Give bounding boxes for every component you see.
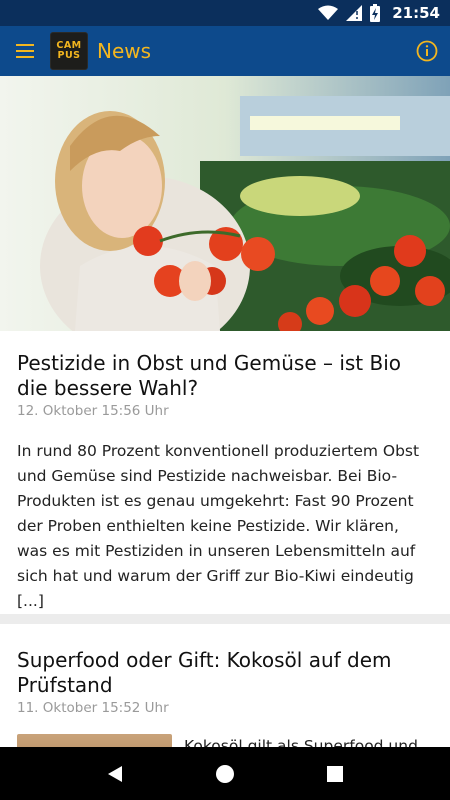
back-icon bbox=[108, 765, 122, 782]
status-time: 21:54 bbox=[392, 4, 440, 22]
app-bar: CAM PUS News bbox=[0, 26, 450, 76]
article-preview: Kokosöl gilt als Superfood und bbox=[17, 734, 433, 747]
article-card[interactable]: Superfood oder Gift: Kokosöl auf dem Prü… bbox=[0, 624, 450, 747]
logo-line-2: PUS bbox=[57, 50, 81, 61]
article-date: 11. Oktober 15:52 Uhr bbox=[17, 700, 169, 716]
article-headline[interactable]: Pestizide in Obst und Gemüse – ist Bio d… bbox=[17, 351, 433, 401]
article-excerpt: Kokosöl gilt als Superfood und bbox=[184, 737, 418, 747]
recents-button[interactable] bbox=[315, 754, 355, 794]
recents-icon bbox=[327, 765, 343, 782]
back-button[interactable] bbox=[95, 754, 135, 794]
signal-icon bbox=[346, 5, 363, 21]
info-button[interactable] bbox=[415, 39, 439, 63]
home-button[interactable] bbox=[205, 754, 245, 794]
menu-button[interactable] bbox=[0, 26, 50, 76]
battery-charging-icon bbox=[370, 4, 381, 22]
wifi-icon bbox=[318, 5, 339, 21]
news-feed[interactable]: Pestizide in Obst und Gemüse – ist Bio d… bbox=[0, 76, 450, 747]
status-bar: 21:54 bbox=[0, 0, 450, 26]
article-card[interactable]: Pestizide in Obst und Gemüse – ist Bio d… bbox=[0, 76, 450, 614]
page-title: News bbox=[97, 39, 152, 63]
hamburger-icon bbox=[16, 44, 34, 58]
article-thumbnail bbox=[17, 734, 172, 747]
info-icon bbox=[416, 40, 438, 62]
home-icon bbox=[216, 764, 234, 783]
system-nav-bar bbox=[0, 747, 450, 800]
article-headline[interactable]: Superfood oder Gift: Kokosöl auf dem Prü… bbox=[17, 648, 433, 698]
article-hero-image bbox=[0, 76, 450, 331]
campus-logo: CAM PUS bbox=[50, 32, 88, 70]
article-excerpt: In rund 80 Prozent konventionell produzi… bbox=[17, 442, 420, 610]
article-date: 12. Oktober 15:56 Uhr bbox=[17, 403, 169, 419]
